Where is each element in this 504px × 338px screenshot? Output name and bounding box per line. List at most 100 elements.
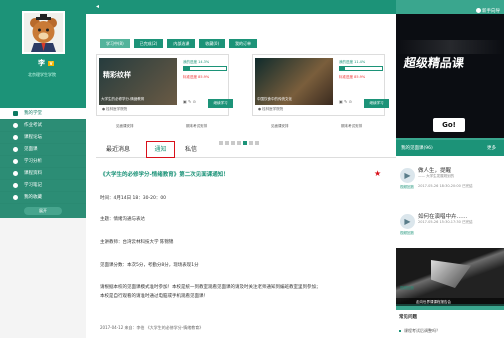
promo-banner[interactable]: 超级精品课 Go! [396,14,504,138]
tab-private-message[interactable]: 私信 [185,144,197,153]
course-school: ● 桂林医学院院 [102,107,128,111]
final-exam-link[interactable]: 期末考试安排 [341,124,362,129]
play-icon[interactable]: ▶ [400,214,415,229]
bullet-icon [399,330,401,332]
sidebar-item-forum[interactable]: 课程论坛 [0,132,86,144]
notice-line: 本校是自行观看的请准时通过电脑或手机观看见面课！ [100,294,208,299]
live-more-link[interactable]: 更多 [487,145,496,151]
bear-avatar-icon [24,13,63,52]
progress-label: 我的进度 11.4% [339,60,366,64]
course-action-icons[interactable]: ▣ ✎ ⊙ [339,99,352,104]
tab-notice[interactable]: 通知 [146,141,175,158]
video-replay-tag: 视频回放 [400,286,414,290]
tab-internal[interactable]: 内部选课 [167,39,196,48]
course-thumb-caption: 大学生的必修学分-情绪教育 [101,97,145,101]
progress-fill [340,67,345,70]
notice-line: 主题：情绪沟通与表达 [100,217,145,222]
notes-icon [13,183,18,188]
tab-orders[interactable]: 我的订单 [229,39,258,48]
sidebar-item-meeting[interactable]: 见面课 [0,144,86,156]
progress-label: 我的进度 14.3% [183,60,210,64]
sidebar-item-materials[interactable]: 课程资料 [0,168,86,180]
favorites-icon [13,195,18,200]
sidebar-item-my-course[interactable]: 我的学堂 [0,108,86,120]
sidebar-item-label: 学习分析 [24,159,42,164]
continue-study-button[interactable]: 继续学习 [364,99,389,108]
banner-title: 超级精品课 [402,56,465,70]
continue-study-button[interactable]: 继续学习 [208,99,233,108]
exam-icon [13,123,18,128]
tab-recent-messages[interactable]: 最近消息 [106,144,130,153]
sidebar-item-favorites[interactable]: 我的收藏 [0,192,86,204]
top-bar: ◂ [86,0,396,14]
user-name: 李 V [38,58,55,68]
user-name-text: 李 [38,59,45,67]
sidebar-item-exam[interactable]: 作业考试 [0,120,86,132]
forum-icon [13,135,18,140]
sidebar-item-notes[interactable]: 学习笔记 [0,180,86,192]
sidebar-item-label: 课程资料 [24,171,42,176]
sidebar-item-analysis[interactable]: 学习分析 [0,156,86,168]
avatar[interactable] [22,11,65,54]
final-exam-link[interactable]: 期末考试安排 [186,124,207,129]
sidebar-item-label: 作业考试 [24,123,42,128]
live-item-subtitle: —— 大学生发展规划的 [418,174,455,178]
course-action-icons[interactable]: ▣ ✎ ⊙ [183,99,196,104]
live-item-title: 如何在演唱中卉…… [418,214,468,220]
video-replay-tag: 视频回放 [400,185,414,189]
course-thumbnail[interactable]: 中国饮食中的传统文化 [255,58,333,105]
sidebar-item-label: 学习笔记 [24,183,42,188]
course-card[interactable]: 精彩纹样 大学生的必修学分-情绪教育 ● 桂林医学院院 我的进度 14.3% 标… [96,54,233,116]
meeting-icon [13,147,18,152]
notice-line: 请根据本校的见面课模式准时参加！本校是统一到教室观看见面课的请及时关注老师通知到… [100,285,321,290]
user-school: 北京理学生学院 [28,72,56,77]
standard-progress: 标准进度 85.9% [183,75,210,79]
notice-line: 主讲教师：台湾云林科技大学 陈锦锦 [100,240,174,245]
live-item[interactable]: ▶ 视频回放 做人生，提醒 —— 大学生发展规划的 2017-05-26 18:… [396,156,504,202]
sidebar-item-label: 见面课 [24,147,38,152]
notice-line: 见面课分数：本次5分，考勤分8分，现场表现1分 [100,263,199,268]
progress-fill [184,67,190,70]
banner-go-button[interactable]: Go! [433,118,465,132]
star-icon[interactable]: ★ [374,169,381,178]
faq-item[interactable]: 课程考试后调整吗？ [396,322,504,338]
course-school: ● 桂林医学院院 [258,107,284,111]
right-panel: 新手向导 超级精品课 Go! 我的见面课(96) 更多 ▶ 视频回放 做人生，提… [396,0,504,338]
tab-learning[interactable]: 学习中(8) [100,39,130,48]
vip-badge: V [48,60,54,66]
course-school-text: 桂林医学院院 [106,107,128,111]
course-thumb-title: 精彩纹样 [103,71,131,79]
course-thumbnail[interactable]: 精彩纹样 大学生的必修学分-情绪教育 [99,58,177,105]
notice-footer: 2017-04-12 来自：李伯 《大学生的必修学分-情绪教育》 [100,325,204,330]
meeting-schedule-link[interactable]: 见面课安排 [116,124,134,129]
play-icon[interactable]: ▶ [400,168,415,183]
notice-title[interactable]: 《大学生的必修学分-情绪教育》第二次见面课通知！ [100,170,229,178]
course-card[interactable]: 中国饮食中的传统文化 ● 桂林医学院院 我的进度 11.4% 标准进度 85.9… [252,54,389,116]
faq-item-text: 课程考试后调整吗？ [404,328,440,333]
sidebar-item-label: 我的学堂 [24,111,42,116]
sidebar: 李 V 北京理学生学院 我的学堂 作业考试 课程论坛 见面课 学习分析 课程资料… [0,0,86,338]
meeting-schedule-link[interactable]: 见面课安排 [271,124,289,129]
course-thumb-caption: 中国饮食中的传统文化 [257,97,292,101]
course-school-text: 桂林医学院院 [262,107,284,111]
live-course-title: 我的见面课(96) [401,146,433,151]
message-tabs: 最近消息 通知 私信 [96,140,396,158]
course-carousel: 学习中(8) 已完成(2) 内部选课 收藏(0) 我的订单 精彩纹样 大学生的必… [86,14,396,145]
course-progress: 我的进度 14.3% 标准进度 85.9% [183,60,227,80]
video-thumbnail[interactable] [396,248,504,304]
tab-completed[interactable]: 已完成(2) [133,39,164,48]
back-arrow-icon[interactable]: ◂ [96,3,99,10]
nav-expand-row: 展开 [0,204,86,218]
banner-stripe [396,40,504,54]
help-icon [476,8,481,13]
video-caption: 走向世界课课程报告会 [396,298,504,306]
tab-favorites[interactable]: 收藏(0) [199,39,226,48]
live-item-title: 做人生，提醒 [418,168,452,174]
video-replay-tag: 视频回放 [400,231,414,235]
live-item-subtitle: 2017-05-26 15:30-17:30 已完结 [418,220,473,224]
live-item[interactable]: ▶ 视频回放 如何在演唱中卉…… 2017-05-26 15:30-17:30 … [396,202,504,248]
live-course-header: 我的见面课(96) 更多 [396,140,504,156]
faq-header: 常见问题 [396,310,504,322]
sidebar-nav: 我的学堂 作业考试 课程论坛 见面课 学习分析 课程资料 学习笔记 我的收藏 [0,108,86,204]
expand-button[interactable]: 展开 [24,207,62,215]
